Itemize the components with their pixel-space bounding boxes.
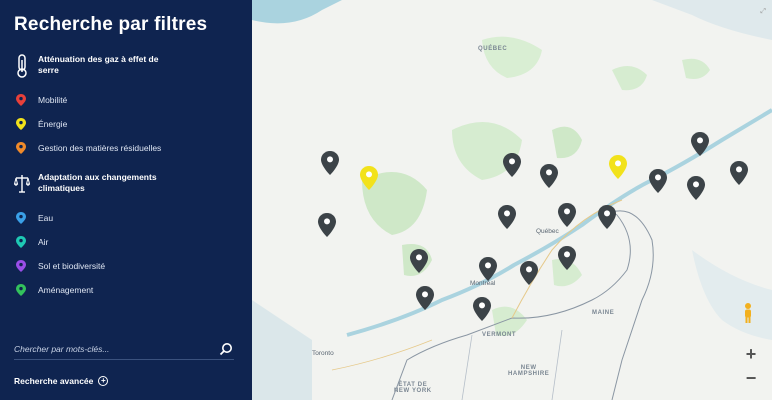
park-area	[612, 66, 647, 91]
border-line	[461, 334, 473, 400]
map-pin-icon	[16, 118, 26, 130]
project-marker[interactable]	[729, 160, 749, 186]
energy-project-marker[interactable]	[359, 165, 379, 191]
project-marker[interactable]	[497, 204, 517, 230]
map-label-toronto: Toronto	[312, 350, 334, 357]
map-pin-icon	[16, 260, 26, 272]
energy-project-marker[interactable]	[608, 154, 628, 180]
keyword-search	[14, 338, 234, 360]
map-label-quebec-region: QUÉBEC	[478, 46, 508, 52]
map-label-etat-ny: ÉTAT DE NEW YORK	[394, 382, 432, 394]
project-marker[interactable]	[557, 245, 577, 271]
thermometer-icon	[17, 54, 27, 78]
project-marker[interactable]	[519, 260, 539, 286]
zoom-out-button[interactable]: −	[742, 369, 760, 388]
filter-matieres-residuelles-label: Gestion des matières résiduelles	[38, 143, 162, 153]
project-marker[interactable]	[539, 163, 559, 189]
filter-sidebar: Recherche par filtres Atténuation des ga…	[0, 0, 252, 400]
filter-air-label: Air	[38, 237, 49, 247]
filter-sol-biodiversite-label: Sol et biodiversité	[38, 261, 106, 271]
project-marker[interactable]	[557, 202, 577, 228]
project-marker[interactable]	[502, 152, 522, 178]
project-marker[interactable]	[317, 212, 337, 238]
project-marker[interactable]	[690, 131, 710, 157]
balance-scale-icon	[14, 175, 30, 193]
water-area	[652, 0, 772, 40]
map-pin-icon	[16, 142, 26, 154]
filter-mobilite-label: Mobilité	[38, 95, 68, 105]
highway	[331, 339, 433, 371]
map-label-maine: MAINE	[592, 310, 615, 316]
border-line	[611, 210, 654, 400]
sidebar-title: Recherche par filtres	[14, 14, 208, 35]
advanced-search-label: Recherche avancée	[14, 376, 94, 386]
water-area	[252, 0, 342, 24]
street-view-pegman-icon[interactable]	[742, 302, 754, 324]
zoom-in-button[interactable]: +	[742, 345, 760, 364]
filter-matieres-residuelles[interactable]: Gestion des matières résiduelles	[14, 136, 240, 160]
project-map[interactable]: ⤢ QUÉBEC Québec Montréal MAINE VERMONT N…	[252, 0, 772, 400]
section-ghg-mitigation[interactable]: Atténuation des gaz à effet de serre	[14, 54, 240, 78]
filter-energie[interactable]: Énergie	[14, 112, 240, 136]
project-marker[interactable]	[597, 204, 617, 230]
water-area	[692, 250, 772, 340]
project-marker[interactable]	[415, 285, 435, 311]
map-pin-icon	[16, 284, 26, 296]
project-marker[interactable]	[686, 175, 706, 201]
project-marker[interactable]	[648, 168, 668, 194]
advanced-search-link[interactable]: Recherche avancée +	[14, 376, 109, 386]
section-climate-adaptation[interactable]: Adaptation aux changements climatiques	[14, 172, 240, 196]
keyword-search-input[interactable]	[14, 343, 194, 354]
plus-circle-icon: +	[98, 376, 109, 386]
park-area	[552, 126, 582, 159]
filter-amenagement-label: Aménagement	[38, 285, 94, 295]
map-label-vermont: VERMONT	[482, 332, 517, 338]
filter-eau[interactable]: Eau	[14, 206, 240, 230]
fullscreen-icon[interactable]: ⤢	[760, 8, 766, 16]
filter-eau-label: Eau	[38, 213, 54, 223]
filter-amenagement[interactable]: Aménagement	[14, 278, 240, 302]
border-line	[551, 329, 563, 400]
project-marker[interactable]	[472, 296, 492, 322]
search-icon[interactable]	[218, 341, 234, 357]
project-marker[interactable]	[478, 256, 498, 282]
map-pin-icon	[16, 94, 26, 106]
project-marker[interactable]	[320, 150, 340, 176]
map-label-quebec-city: Québec	[536, 228, 559, 235]
project-marker[interactable]	[409, 248, 429, 274]
filter-sol-biodiversite[interactable]: Sol et biodiversité	[14, 254, 240, 278]
map-label-new-hampshire: NEW HAMPSHIRE	[508, 365, 550, 377]
filter-mobilite[interactable]: Mobilité	[14, 88, 240, 112]
filter-air[interactable]: Air	[14, 230, 240, 254]
park-area	[682, 58, 710, 79]
map-pin-icon	[16, 236, 26, 248]
section-climate-adaptation-label: Adaptation aux changements climatiques	[38, 172, 157, 193]
park-area	[482, 36, 542, 78]
map-pin-icon	[16, 212, 26, 224]
section-ghg-mitigation-label: Atténuation des gaz à effet de serre	[38, 54, 159, 75]
water-area	[252, 300, 312, 400]
filter-energie-label: Énergie	[38, 119, 68, 129]
